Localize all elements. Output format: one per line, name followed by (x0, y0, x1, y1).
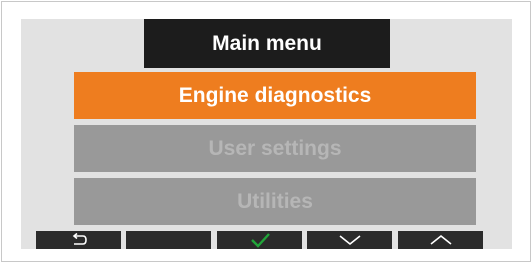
menu-item-label: User settings (208, 136, 342, 160)
menu-item-engine-diagnostics[interactable]: Engine diagnostics (74, 72, 476, 119)
softkey-bar (21, 231, 512, 249)
page-title-text: Main menu (212, 31, 322, 55)
page-title: Main menu (144, 19, 390, 68)
menu-item-user-settings[interactable]: User settings (74, 125, 476, 172)
down-softkey[interactable] (307, 231, 392, 249)
chevron-up-icon (429, 234, 453, 246)
back-softkey[interactable] (36, 231, 121, 249)
chevron-down-icon (338, 234, 362, 246)
back-arrow-icon (69, 233, 89, 247)
confirm-softkey[interactable] (217, 231, 302, 249)
checkmark-icon (249, 232, 271, 248)
display-screen: Main menu Engine diagnostics User settin… (21, 19, 512, 249)
up-softkey[interactable] (398, 231, 483, 249)
menu-item-utilities[interactable]: Utilities (74, 178, 476, 225)
blank-softkey[interactable] (126, 231, 211, 249)
menu-item-label: Utilities (237, 189, 313, 213)
device-frame: Main menu Engine diagnostics User settin… (1, 1, 531, 262)
menu-item-label: Engine diagnostics (178, 83, 372, 107)
